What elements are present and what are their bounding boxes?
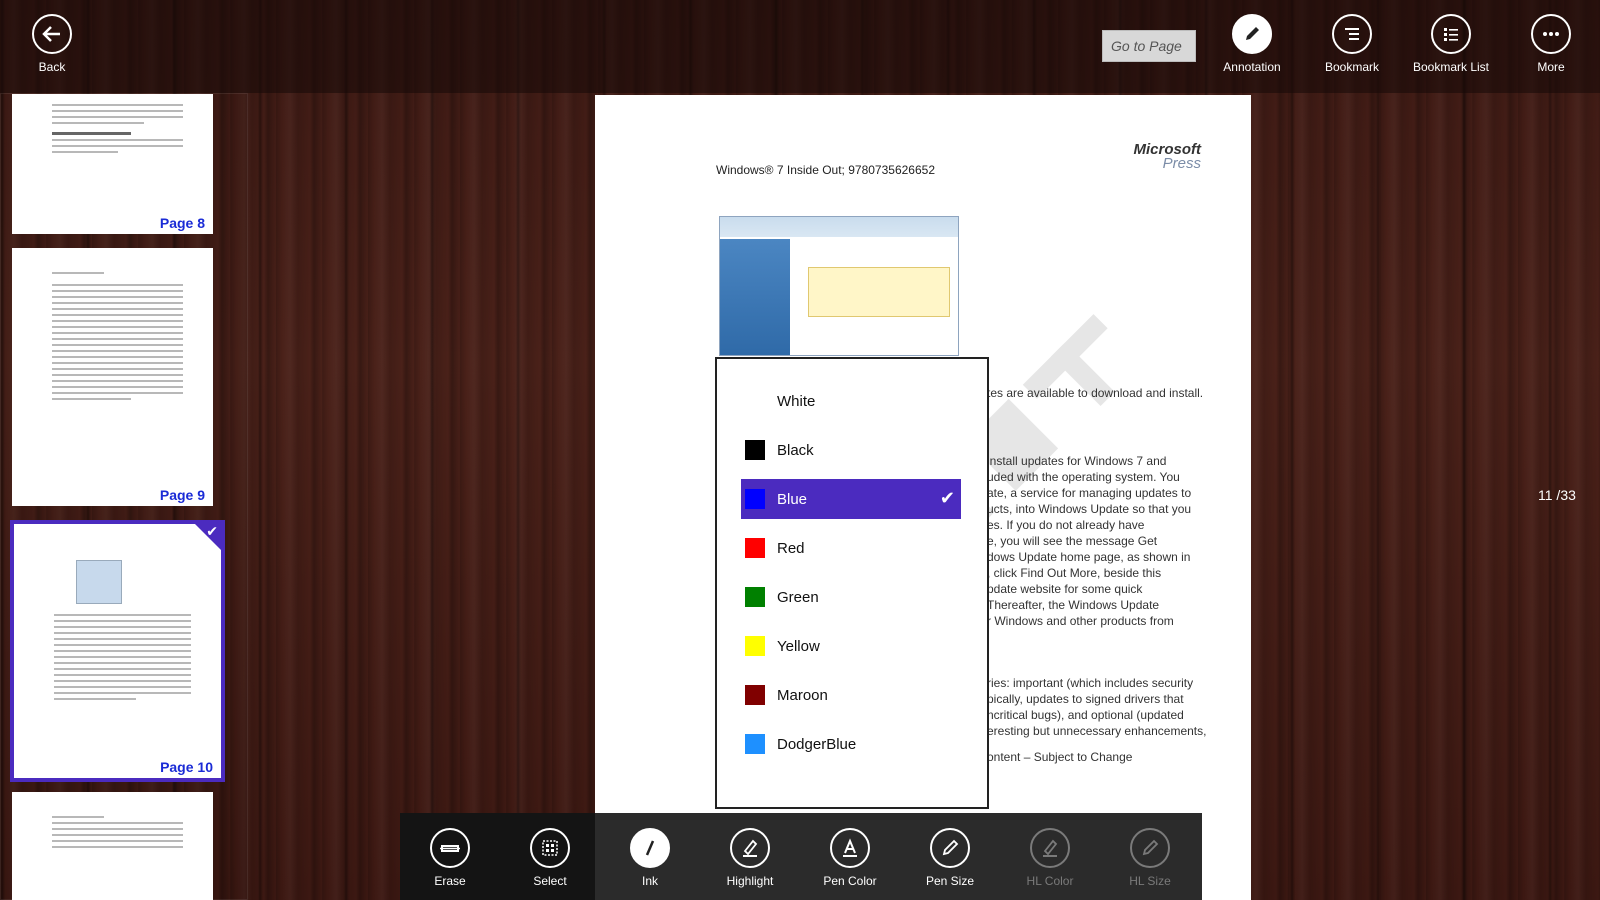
thumbnail-page-8[interactable]: Page 8: [12, 94, 213, 234]
ink-pen-icon: [630, 828, 670, 868]
bookmark-list-button[interactable]: Bookmark List: [1411, 14, 1491, 74]
color-swatch: [745, 636, 765, 656]
page-header: Windows® 7 Inside Out; 9780735626652: [716, 163, 935, 177]
body-text: install updates for Windows 7 and: [987, 454, 1167, 468]
annotation-button[interactable]: Annotation: [1212, 14, 1292, 74]
color-swatch: [745, 489, 765, 509]
back-button[interactable]: Back: [12, 14, 92, 74]
go-to-page-input[interactable]: Go to Page: [1102, 30, 1196, 62]
checkmark-icon: ✔: [206, 524, 218, 540]
thumbnail-label: Page 9: [159, 487, 205, 503]
color-swatch: [745, 391, 765, 411]
thumbnail-page-11[interactable]: [12, 792, 213, 900]
color-option-yellow[interactable]: Yellow: [741, 626, 961, 666]
bookmark-list-label: Bookmark List: [1412, 60, 1490, 74]
color-swatch: [745, 538, 765, 558]
color-option-black[interactable]: Black: [741, 430, 961, 470]
body-text: eresting but unnecessary enhancements,: [987, 724, 1207, 738]
color-option-blue[interactable]: Blue ✔: [741, 479, 961, 519]
thumbnail-page-9[interactable]: Page 9: [12, 248, 213, 506]
thumbnail-page-10[interactable]: ✔ Page 10: [10, 520, 225, 782]
body-text: ucts, into Windows Update so that you: [987, 502, 1192, 516]
body-text: pdate website for some quick: [987, 582, 1143, 596]
microsoft-press-logo: Microsoft Press: [1133, 141, 1202, 172]
body-text: ate, a service for managing updates to: [987, 486, 1192, 500]
pencil-icon: [1232, 14, 1272, 54]
color-option-maroon[interactable]: Maroon: [741, 675, 961, 715]
more-button[interactable]: More: [1511, 14, 1591, 74]
color-swatch: [745, 587, 765, 607]
highlighter-icon: [730, 828, 770, 868]
hl-color-button[interactable]: HL Color: [1005, 828, 1095, 888]
body-text: uded with the operating system. You: [987, 470, 1180, 484]
color-swatch: [745, 685, 765, 705]
pen-color-button[interactable]: Pen Color: [805, 828, 895, 888]
body-text: r Windows and other products from: [987, 614, 1174, 628]
page-indicator: 11 /33: [1538, 487, 1576, 503]
color-option-green[interactable]: Green: [741, 577, 961, 617]
body-text: , click Find Out More, beside this: [987, 566, 1162, 580]
thumbnail-label: Page 10: [160, 759, 213, 775]
checkmark-icon: ✔: [939, 488, 955, 508]
annotation-label: Annotation: [1223, 60, 1281, 74]
pen-size-button[interactable]: Pen Size: [905, 828, 995, 888]
pen-icon: [930, 828, 970, 868]
bottom-app-bar: Erase Select Ink Highlight Pen Color Pen…: [400, 813, 1202, 900]
top-app-bar: Back Go to Page Annotation Bookmark Book…: [0, 0, 1600, 93]
erase-button[interactable]: Erase: [405, 828, 495, 888]
color-option-red[interactable]: Red: [741, 528, 961, 568]
select-grid-icon: [530, 828, 570, 868]
highlighter-size-icon: [1130, 828, 1170, 868]
body-text: ncritical bugs), and optional (updated: [987, 708, 1184, 722]
body-text: Thereafter, the Windows Update: [987, 598, 1160, 612]
select-button[interactable]: Select: [505, 828, 595, 888]
color-swatch: [745, 440, 765, 460]
body-text: tes are available to download and instal…: [987, 386, 1204, 400]
more-label: More: [1537, 60, 1565, 74]
body-text: pically, updates to signed drivers that: [987, 692, 1184, 706]
thumbnail-label: Page 8: [159, 215, 205, 231]
color-option-dodgerblue[interactable]: DodgerBlue: [741, 724, 961, 764]
body-text: ontent – Subject to Change: [987, 750, 1133, 764]
ink-button[interactable]: Ink: [605, 828, 695, 888]
font-color-icon: [830, 828, 870, 868]
highlight-button[interactable]: Highlight: [705, 828, 795, 888]
ellipsis-icon: [1531, 14, 1571, 54]
back-label: Back: [38, 60, 66, 74]
windows-update-screenshot: [719, 216, 959, 356]
thumbnail-strip[interactable]: Page 8 Page 9 ✔ Page 10: [0, 93, 248, 900]
body-text: ries: important (which includes security: [987, 676, 1194, 690]
bookmark-label: Bookmark: [1324, 60, 1380, 74]
body-text: es. If you do not already have: [987, 518, 1145, 532]
eraser-icon: [430, 828, 470, 868]
hl-size-button[interactable]: HL Size: [1105, 828, 1195, 888]
bookmark-icon: [1332, 14, 1372, 54]
body-text: e, you will see the message Get: [987, 534, 1158, 548]
pen-color-menu: White Black Blue ✔ Red Green Yellow Maro…: [715, 357, 989, 809]
list-icon: [1431, 14, 1471, 54]
color-option-white[interactable]: White: [741, 381, 961, 421]
body-text: dows Update home page, as shown in: [987, 550, 1191, 564]
highlighter-color-icon: [1030, 828, 1070, 868]
back-arrow-icon: [32, 14, 72, 54]
bookmark-button[interactable]: Bookmark: [1312, 14, 1392, 74]
color-swatch: [745, 734, 765, 754]
